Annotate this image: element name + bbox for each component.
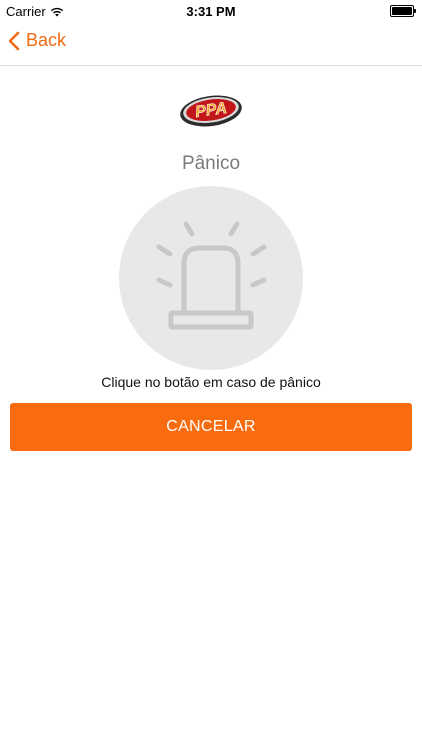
ppa-logo: PPA xyxy=(180,95,242,127)
status-time: 3:31 PM xyxy=(186,4,236,19)
battery-icon xyxy=(390,5,416,17)
back-button[interactable]: Back xyxy=(8,30,66,51)
siren-icon xyxy=(156,221,267,330)
page-title: Pânico xyxy=(181,153,241,174)
panic-button[interactable] xyxy=(119,186,303,370)
status-bar: Carrier 3:31 PM xyxy=(0,0,422,22)
instruction-text: Clique no botão em caso de pânico xyxy=(101,374,321,390)
cancel-button[interactable]: CANCELAR xyxy=(10,403,412,451)
navigation-bar: Back xyxy=(0,22,422,66)
cancel-button-label: CANCELAR xyxy=(166,418,256,435)
back-label: Back xyxy=(26,30,67,50)
chevron-left-icon xyxy=(8,31,20,50)
